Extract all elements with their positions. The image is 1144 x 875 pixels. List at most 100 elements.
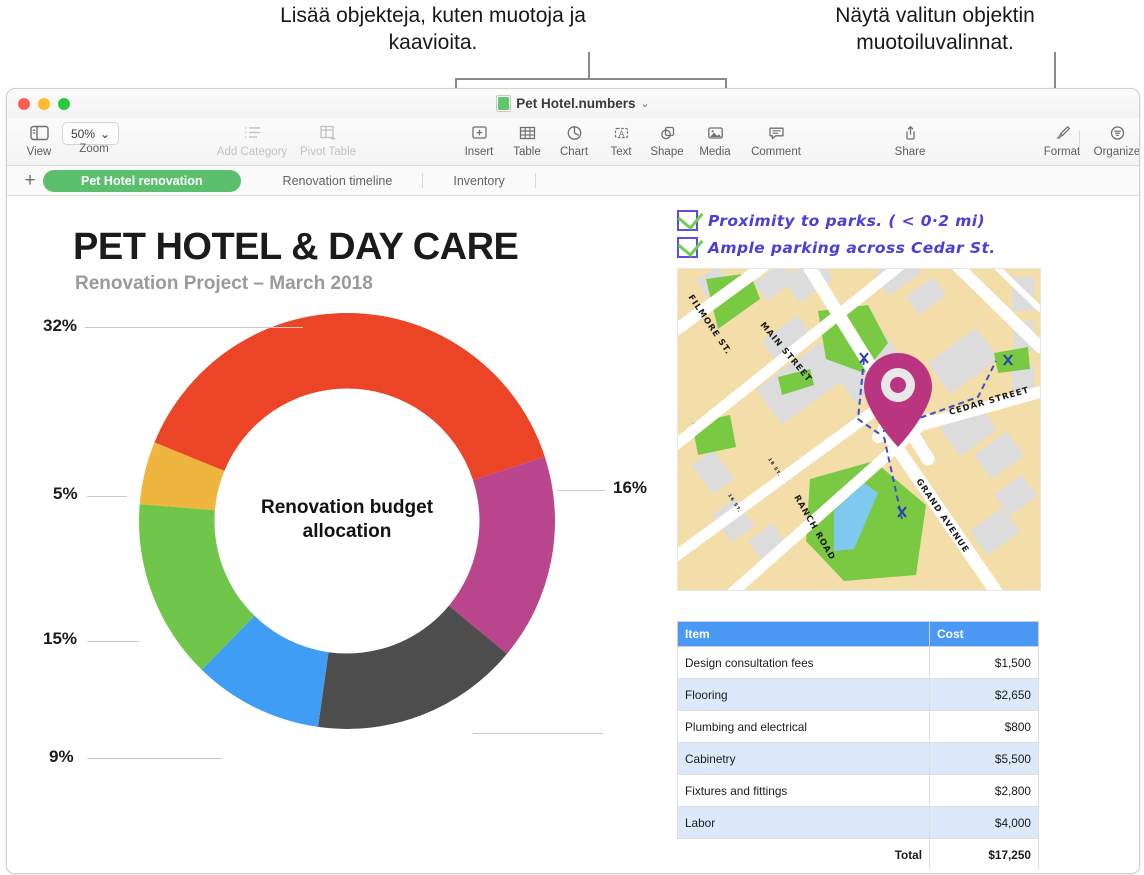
donut-leader-9 bbox=[87, 758, 222, 759]
table-cell-item[interactable]: Fixtures and fittings bbox=[677, 774, 930, 807]
location-map-image[interactable]: FILMORE ST. MAIN STREET CEDAR STREET RAN… bbox=[677, 268, 1041, 591]
table-row[interactable]: Fixtures and fittings $2,800 bbox=[677, 774, 1039, 807]
map-svg: FILMORE ST. MAIN STREET CEDAR STREET RAN… bbox=[678, 269, 1040, 590]
window-titlebar: Pet Hotel.numbers ⌄ bbox=[7, 89, 1139, 118]
checklist-label: Ample parking across Cedar St. bbox=[708, 238, 996, 257]
checklist-item[interactable]: Proximity to parks. ( < 0·2 mi) bbox=[677, 210, 1047, 231]
toolbar-separator bbox=[1079, 130, 1080, 153]
callout-right-text: Näytä valitun objektin muotoiluvalinnat. bbox=[835, 4, 1035, 55]
toolbar-share-button[interactable]: Share bbox=[878, 120, 942, 158]
text-box-icon: A bbox=[612, 120, 631, 145]
chevron-down-icon[interactable]: ⌄ bbox=[641, 97, 650, 110]
table-cell-item[interactable]: Cabinetry bbox=[677, 742, 930, 775]
donut-label-5: 5% bbox=[53, 484, 78, 503]
toolbar-table-label: Table bbox=[513, 146, 541, 158]
table-header-cost[interactable]: Cost bbox=[929, 621, 1039, 647]
table-cell-cost[interactable]: $1,500 bbox=[929, 646, 1039, 679]
toolbar-view-label: View bbox=[26, 146, 52, 158]
table-row[interactable]: Cabinetry $5,500 bbox=[677, 742, 1039, 775]
donut-label-32: 32% bbox=[43, 316, 78, 335]
checkbox-checked-icon[interactable] bbox=[677, 237, 698, 258]
sidebar-icon bbox=[29, 120, 49, 145]
page-subtitle: Renovation Project – March 2018 bbox=[75, 273, 373, 294]
callout-left-stem bbox=[588, 52, 590, 79]
table-cell-item[interactable]: Flooring bbox=[677, 678, 930, 711]
list-icon bbox=[243, 120, 262, 145]
toolbar-zoom-label: Zoom bbox=[79, 143, 109, 155]
handwritten-checklist: Proximity to parks. ( < 0·2 mi) Ample pa… bbox=[677, 210, 1047, 264]
table-icon bbox=[518, 120, 537, 145]
share-icon bbox=[901, 120, 920, 145]
donut-center-label: Renovation budget allocation bbox=[260, 497, 434, 543]
toolbar: View 50% ⌄ Zoom Add Category Pivot Table bbox=[7, 118, 1139, 166]
table-row[interactable]: Flooring $2,650 bbox=[677, 678, 1039, 711]
table-cell-total-label: Total bbox=[677, 838, 930, 871]
donut-label-9: 9% bbox=[49, 747, 74, 766]
table-row[interactable]: Plumbing and electrical $800 bbox=[677, 710, 1039, 743]
table-cell-item[interactable]: Plumbing and electrical bbox=[677, 710, 930, 743]
toolbar-insert-label: Insert bbox=[464, 146, 494, 158]
format-brush-icon bbox=[1053, 120, 1072, 145]
checklist-item[interactable]: Ample parking across Cedar St. bbox=[677, 237, 1047, 258]
callout-left-text: Lisää objekteja, kuten muotoja ja kaavio… bbox=[280, 4, 586, 55]
toolbar-organize-label: Organize bbox=[1093, 146, 1140, 158]
page-title: PET HOTEL & DAY CARE bbox=[73, 226, 519, 268]
table-cell-cost[interactable]: $2,650 bbox=[929, 678, 1039, 711]
table-cell-cost[interactable]: $800 bbox=[929, 710, 1039, 743]
donut-leader-32 bbox=[85, 327, 303, 328]
table-cell-cost[interactable]: $4,000 bbox=[929, 806, 1039, 839]
donut-leader-16 bbox=[557, 490, 605, 491]
toolbar-share-label: Share bbox=[894, 146, 926, 158]
toolbar-zoom-label-wrap: Zoom bbox=[59, 142, 129, 155]
table-cell-item[interactable]: Design consultation fees bbox=[677, 646, 930, 679]
donut-leader-23 bbox=[473, 733, 603, 734]
budget-donut-chart[interactable]: Renovation budget allocation 32% 5% 15% … bbox=[35, 306, 675, 766]
toolbar-text-label: Text bbox=[610, 146, 632, 158]
toolbar-shape-label: Shape bbox=[650, 146, 684, 158]
table-total-row[interactable]: Total $17,250 bbox=[677, 838, 1039, 871]
sheet-canvas[interactable]: PET HOTEL & DAY CARE Renovation Project … bbox=[7, 196, 1139, 873]
document-title-text: Pet Hotel.numbers bbox=[516, 96, 636, 111]
toolbar-format-label: Format bbox=[1043, 146, 1081, 158]
table-cell-item[interactable]: Labor bbox=[677, 806, 930, 839]
media-icon bbox=[706, 120, 725, 145]
donut-slice-cabinetry-b bbox=[154, 313, 347, 471]
budget-table[interactable]: Item Cost Design consultation fees $1,500… bbox=[677, 621, 1039, 871]
toolbar-comment-button[interactable]: Comment bbox=[738, 120, 814, 158]
add-sheet-button[interactable]: + bbox=[17, 171, 43, 190]
table-row[interactable]: Labor $4,000 bbox=[677, 806, 1039, 839]
document-title[interactable]: Pet Hotel.numbers ⌄ bbox=[7, 95, 1139, 112]
tab-separator bbox=[422, 173, 424, 188]
svg-text:A: A bbox=[618, 129, 624, 138]
donut-label-15: 15% bbox=[43, 629, 78, 648]
pivot-table-icon bbox=[319, 120, 338, 145]
numbers-window: Pet Hotel.numbers ⌄ View 50% ⌄ Zoom Add … bbox=[6, 88, 1140, 874]
comment-icon bbox=[767, 120, 786, 145]
table-cell-total-value: $17,250 bbox=[929, 838, 1039, 871]
sheet-tab-bar: + Pet Hotel renovation Renovation timeli… bbox=[7, 166, 1139, 196]
checklist-label: Proximity to parks. ( < 0·2 mi) bbox=[708, 211, 985, 230]
toolbar-add-category-label: Add Category bbox=[216, 146, 288, 158]
numbers-document-icon bbox=[496, 95, 512, 112]
toolbar-comment-label: Comment bbox=[751, 146, 801, 158]
chart-icon bbox=[565, 120, 584, 145]
sheet-tab-pet-hotel-renovation[interactable]: Pet Hotel renovation bbox=[43, 169, 241, 192]
table-row[interactable]: Design consultation fees $1,500 bbox=[677, 646, 1039, 679]
donut-label-16: 16% bbox=[613, 478, 648, 497]
table-cell-cost[interactable]: $5,500 bbox=[929, 742, 1039, 775]
toolbar-organize-button[interactable]: Organize bbox=[1085, 120, 1140, 158]
tab-separator bbox=[534, 173, 536, 188]
toolbar-chart-label: Chart bbox=[559, 146, 589, 158]
toolbar-pivot-table-label: Pivot Table bbox=[299, 146, 357, 158]
table-header-row: Item Cost bbox=[677, 621, 1039, 647]
donut-leader-15 bbox=[87, 641, 139, 642]
toolbar-pivot-table-button[interactable]: Pivot Table bbox=[292, 120, 364, 158]
table-cell-cost[interactable]: $2,800 bbox=[929, 774, 1039, 807]
sheet-tab-renovation-timeline[interactable]: Renovation timeline bbox=[269, 171, 407, 191]
sheet-tab-inventory[interactable]: Inventory bbox=[439, 171, 518, 191]
donut-leader-5 bbox=[87, 496, 127, 497]
checkbox-checked-icon[interactable] bbox=[677, 210, 698, 231]
donut-slice-cabinetry bbox=[347, 313, 545, 481]
toolbar-add-category-button[interactable]: Add Category bbox=[212, 120, 292, 158]
table-header-item[interactable]: Item bbox=[677, 621, 930, 647]
